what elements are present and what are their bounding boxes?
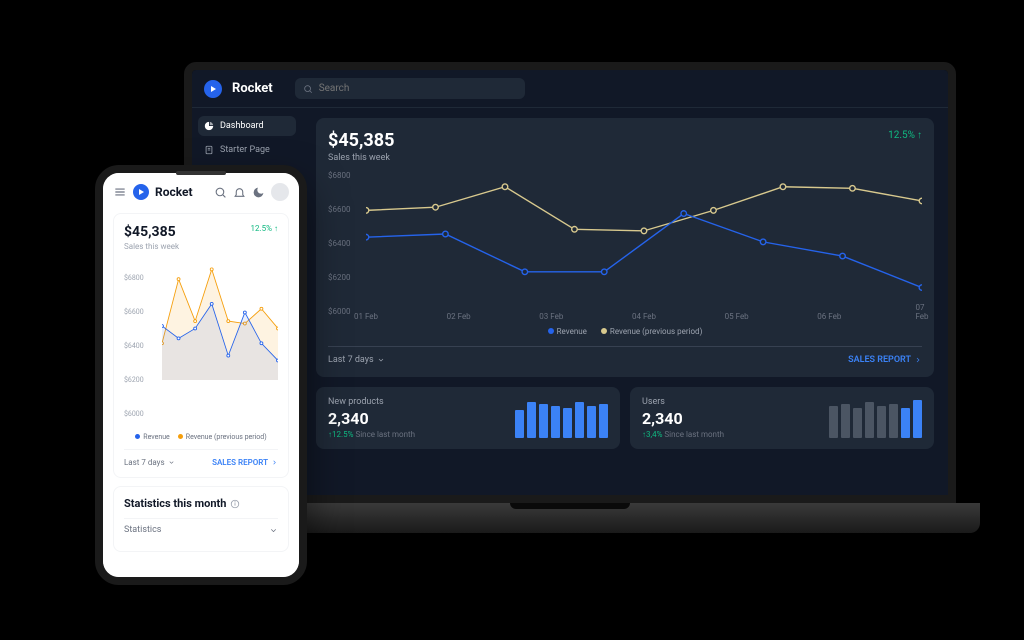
sidebar-item-starter[interactable]: Starter Page — [198, 140, 296, 160]
doc-icon — [204, 145, 214, 155]
phone-speaker — [176, 171, 226, 175]
y-tick: $6200 — [328, 273, 350, 282]
y-tick: $6800 — [328, 171, 350, 180]
sales-chart: $6000 $6200 $6400 $6600 $6800 01 Feb 02 Feb 03… — [328, 171, 922, 321]
y-tick: $6800 — [124, 274, 144, 282]
stat-value: 2,340 — [642, 409, 724, 428]
logo-icon — [204, 80, 222, 98]
sidebar-item-dashboard[interactable]: Dashboard — [198, 116, 296, 136]
chart-legend: Revenue Revenue (previous period) — [124, 433, 278, 441]
mobile-stats-card: Statistics this month Statistics — [113, 486, 289, 552]
x-tick: 01 Feb — [354, 312, 378, 321]
avatar[interactable] — [271, 183, 289, 201]
y-tick: $6600 — [124, 308, 144, 316]
y-tick: $6600 — [328, 205, 350, 214]
chevron-down-icon — [269, 526, 278, 535]
moon-icon[interactable] — [252, 186, 265, 199]
sidebar-item-label: Dashboard — [220, 121, 264, 131]
range-selector[interactable]: Last 7 days — [124, 458, 175, 467]
logo-icon — [133, 184, 149, 200]
stat-delta: ↑3,4% Since last month — [642, 430, 724, 439]
y-tick: $6200 — [124, 376, 144, 384]
laptop-notch — [510, 503, 630, 509]
mini-bar-chart — [515, 398, 608, 438]
y-tick: $6000 — [124, 410, 144, 418]
menu-icon[interactable] — [113, 185, 127, 199]
pie-icon — [204, 121, 214, 131]
x-tick: 06 Feb — [817, 312, 841, 321]
sales-amount: $45,385 — [124, 224, 179, 240]
sales-card: $45,385 Sales this week 12.5% ↑ $6000 $62… — [316, 118, 934, 377]
mobile-sales-card: $45,385 Sales this week 12.5%↑ $6000 $620… — [113, 213, 289, 478]
info-icon[interactable] — [230, 499, 240, 509]
sales-amount: $45,385 — [328, 130, 394, 151]
chart-legend: Revenue Revenue (previous period) — [328, 327, 922, 336]
main-content: $45,385 Sales this week 12.5% ↑ $6000 $62… — [302, 108, 948, 495]
x-tick: 02 Feb — [447, 312, 471, 321]
mini-bar-chart — [829, 398, 922, 438]
search-box[interactable] — [295, 78, 525, 99]
stats-title: Statistics this month — [124, 497, 278, 510]
sales-subtitle: Sales this week — [328, 153, 394, 163]
sales-report-link[interactable]: SALES REPORT — [212, 458, 278, 467]
growth-badge: 12.5% ↑ — [888, 130, 922, 141]
phone-shadow — [116, 583, 286, 613]
sales-report-link[interactable]: SALES REPORT — [848, 355, 922, 365]
growth-badge: 12.5%↑ — [251, 224, 278, 233]
stat-label: Users — [642, 397, 724, 407]
y-tick: $6400 — [328, 239, 350, 248]
brand-name: Rocket — [155, 185, 193, 199]
search-icon[interactable] — [214, 186, 227, 199]
x-tick: 07 Feb — [915, 303, 928, 321]
chevron-right-icon — [914, 356, 922, 364]
brand-name: Rocket — [232, 81, 273, 96]
y-tick: $6400 — [124, 342, 144, 350]
stat-delta: ↑12.5% Since last month — [328, 430, 415, 439]
mobile-app: Rocket $45,385 Sales this week — [103, 173, 299, 577]
stat-label: New products — [328, 397, 415, 407]
arrow-up-icon: ↑ — [917, 130, 922, 141]
bell-icon[interactable] — [233, 186, 246, 199]
search-icon — [303, 84, 313, 94]
phone-screen: Rocket $45,385 Sales this week — [95, 165, 307, 585]
line-chart-svg — [366, 171, 922, 297]
chevron-down-icon — [377, 356, 385, 364]
sales-subtitle: Sales this week — [124, 242, 179, 251]
stat-card-users: Users 2,340 ↑3,4% Since last month — [630, 387, 934, 449]
topbar: Rocket — [192, 70, 948, 108]
chevron-right-icon — [271, 459, 278, 466]
x-tick: 03 Feb — [539, 312, 563, 321]
chevron-down-icon — [168, 459, 175, 466]
stat-card-products: New products 2,340 ↑12.5% Since last mon… — [316, 387, 620, 449]
line-chart-svg — [162, 257, 278, 380]
arrow-up-icon: ↑ — [274, 224, 278, 233]
y-tick: $6000 — [328, 307, 350, 316]
x-tick: 04 Feb — [632, 312, 656, 321]
x-tick: 05 Feb — [725, 312, 749, 321]
mobile-topbar: Rocket — [103, 173, 299, 209]
search-input[interactable] — [319, 83, 517, 94]
phone-mockup: Rocket $45,385 Sales this week — [95, 165, 307, 585]
range-selector[interactable]: Last 7 days — [328, 355, 385, 365]
stats-selector[interactable]: Statistics — [124, 518, 278, 541]
mobile-sales-chart: $6000 $6200 $6400 $6600 $6800 — [124, 257, 278, 427]
stat-value: 2,340 — [328, 409, 415, 428]
sidebar-item-label: Starter Page — [220, 145, 270, 155]
